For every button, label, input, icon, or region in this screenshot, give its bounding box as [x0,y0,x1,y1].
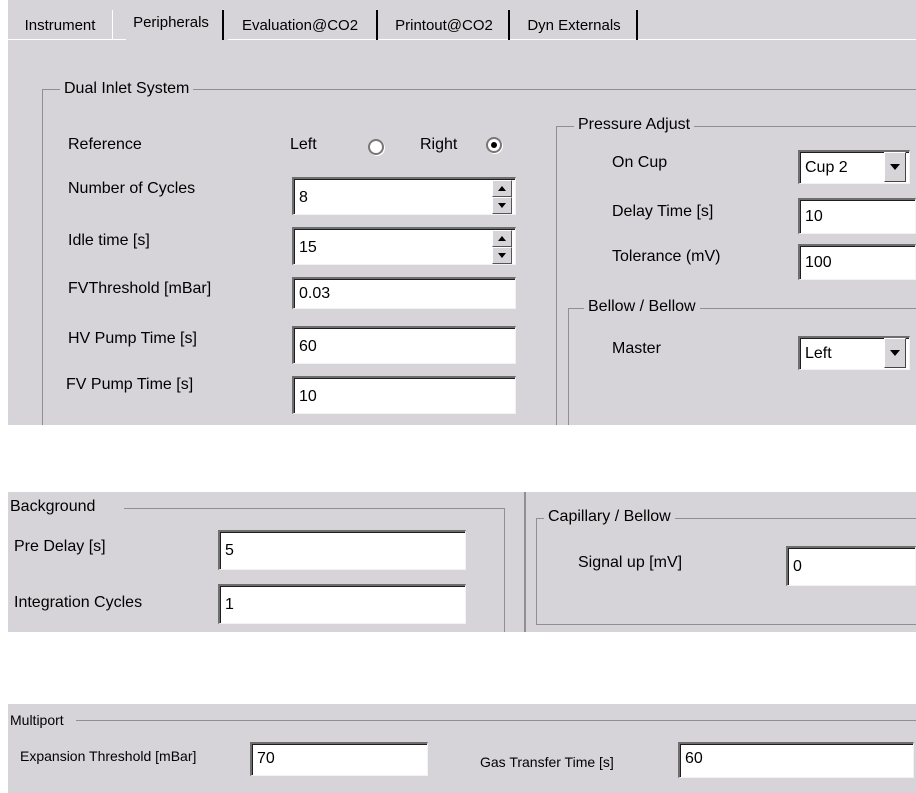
dual-inlet-title: Dual Inlet System [60,80,194,98]
idle-field[interactable]: 15 [292,227,516,265]
delay-time-label: Delay Time [s] [612,203,714,220]
tab-evaluation[interactable]: Evaluation@CO2 [226,11,374,39]
tab-peripherals[interactable]: Peripherals [120,8,222,36]
gas-transfer-field[interactable]: 60 [678,742,914,778]
reference-right-radio[interactable] [486,137,502,153]
pre-delay-field[interactable]: 5 [218,530,466,570]
capillary-bellow-title: Capillary / Bellow [544,508,675,526]
integration-cycles-label: Integration Cycles [14,594,143,611]
tab-divider [222,10,224,40]
spin-up-icon[interactable] [492,230,512,247]
on-cup-value: Cup 2 [805,159,848,176]
fv-threshold-value: 0.03 [299,285,331,302]
idle-label: Idle time [s] [68,232,150,249]
fv-pump-field[interactable]: 10 [292,376,516,414]
fv-threshold-label: FVThreshold [mBar] [68,280,212,297]
gas-transfer-value: 60 [685,750,703,767]
background-panel: Background Pre Delay [s] 5 Integration C… [8,492,916,632]
tab-dyn-externals[interactable]: Dyn Externals [512,11,636,39]
peripherals-panel: Instrument Peripherals Evaluation@CO2 Pr… [8,0,916,425]
tolerance-label: Tolerance (mV) [612,248,721,265]
spin-down-icon[interactable] [492,247,512,264]
spin-down-icon[interactable] [492,197,512,214]
reference-left-radio[interactable] [368,139,384,155]
cycles-value: 8 [299,189,308,206]
bellow-bellow-title: Bellow / Bellow [584,298,700,316]
idle-stepper[interactable] [492,230,512,264]
chevron-down-icon[interactable] [884,152,906,182]
pre-delay-label: Pre Delay [s] [14,538,106,555]
master-label: Master [612,340,661,357]
signal-up-label: Signal up [mV] [578,554,683,571]
expansion-threshold-value: 70 [257,750,275,767]
pressure-adjust-title: Pressure Adjust [574,116,695,134]
expansion-threshold-field[interactable]: 70 [250,742,428,776]
chevron-down-icon[interactable] [884,338,906,368]
idle-value: 15 [299,239,317,256]
expansion-threshold-label: Expansion Threshold [mBar] [20,748,197,764]
integration-cycles-field[interactable]: 1 [218,584,466,624]
master-value: Left [805,345,832,362]
delay-time-value: 10 [805,208,823,225]
spin-up-icon[interactable] [492,180,512,197]
delay-time-field[interactable]: 10 [798,198,916,234]
multiport-title: Multiport [8,712,68,728]
hv-pump-value: 60 [299,338,317,355]
gas-transfer-label: Gas Transfer Time [s] [480,754,614,770]
signal-up-value: 0 [793,558,802,575]
fv-threshold-field[interactable]: 0.03 [292,277,516,309]
reference-right-label: Right [420,136,458,153]
tab-divider [376,10,378,40]
cycles-label: Number of Cycles [68,180,196,197]
tab-instrument[interactable]: Instrument [10,11,110,39]
integration-cycles-value: 1 [225,596,234,613]
tolerance-field[interactable]: 100 [798,244,916,280]
hv-pump-label: HV Pump Time [s] [68,330,197,347]
multiport-panel: Multiport Expansion Threshold [mBar] 70 … [8,704,916,793]
cycles-field[interactable]: 8 [292,177,516,215]
reference-left-label: Left [290,136,317,153]
fv-pump-label: FV Pump Time [s] [66,376,194,393]
signal-up-field[interactable]: 0 [786,546,916,586]
hv-pump-field[interactable]: 60 [292,326,516,364]
cycles-stepper[interactable] [492,180,512,214]
tab-printout[interactable]: Printout@CO2 [380,11,508,39]
pre-delay-value: 5 [225,542,234,559]
fv-pump-value: 10 [299,388,317,405]
tolerance-value: 100 [805,254,832,271]
on-cup-label: On Cup [612,154,668,171]
reference-label: Reference [68,136,142,153]
background-title: Background [8,498,100,516]
tab-divider [636,10,638,40]
tab-divider [508,10,510,40]
